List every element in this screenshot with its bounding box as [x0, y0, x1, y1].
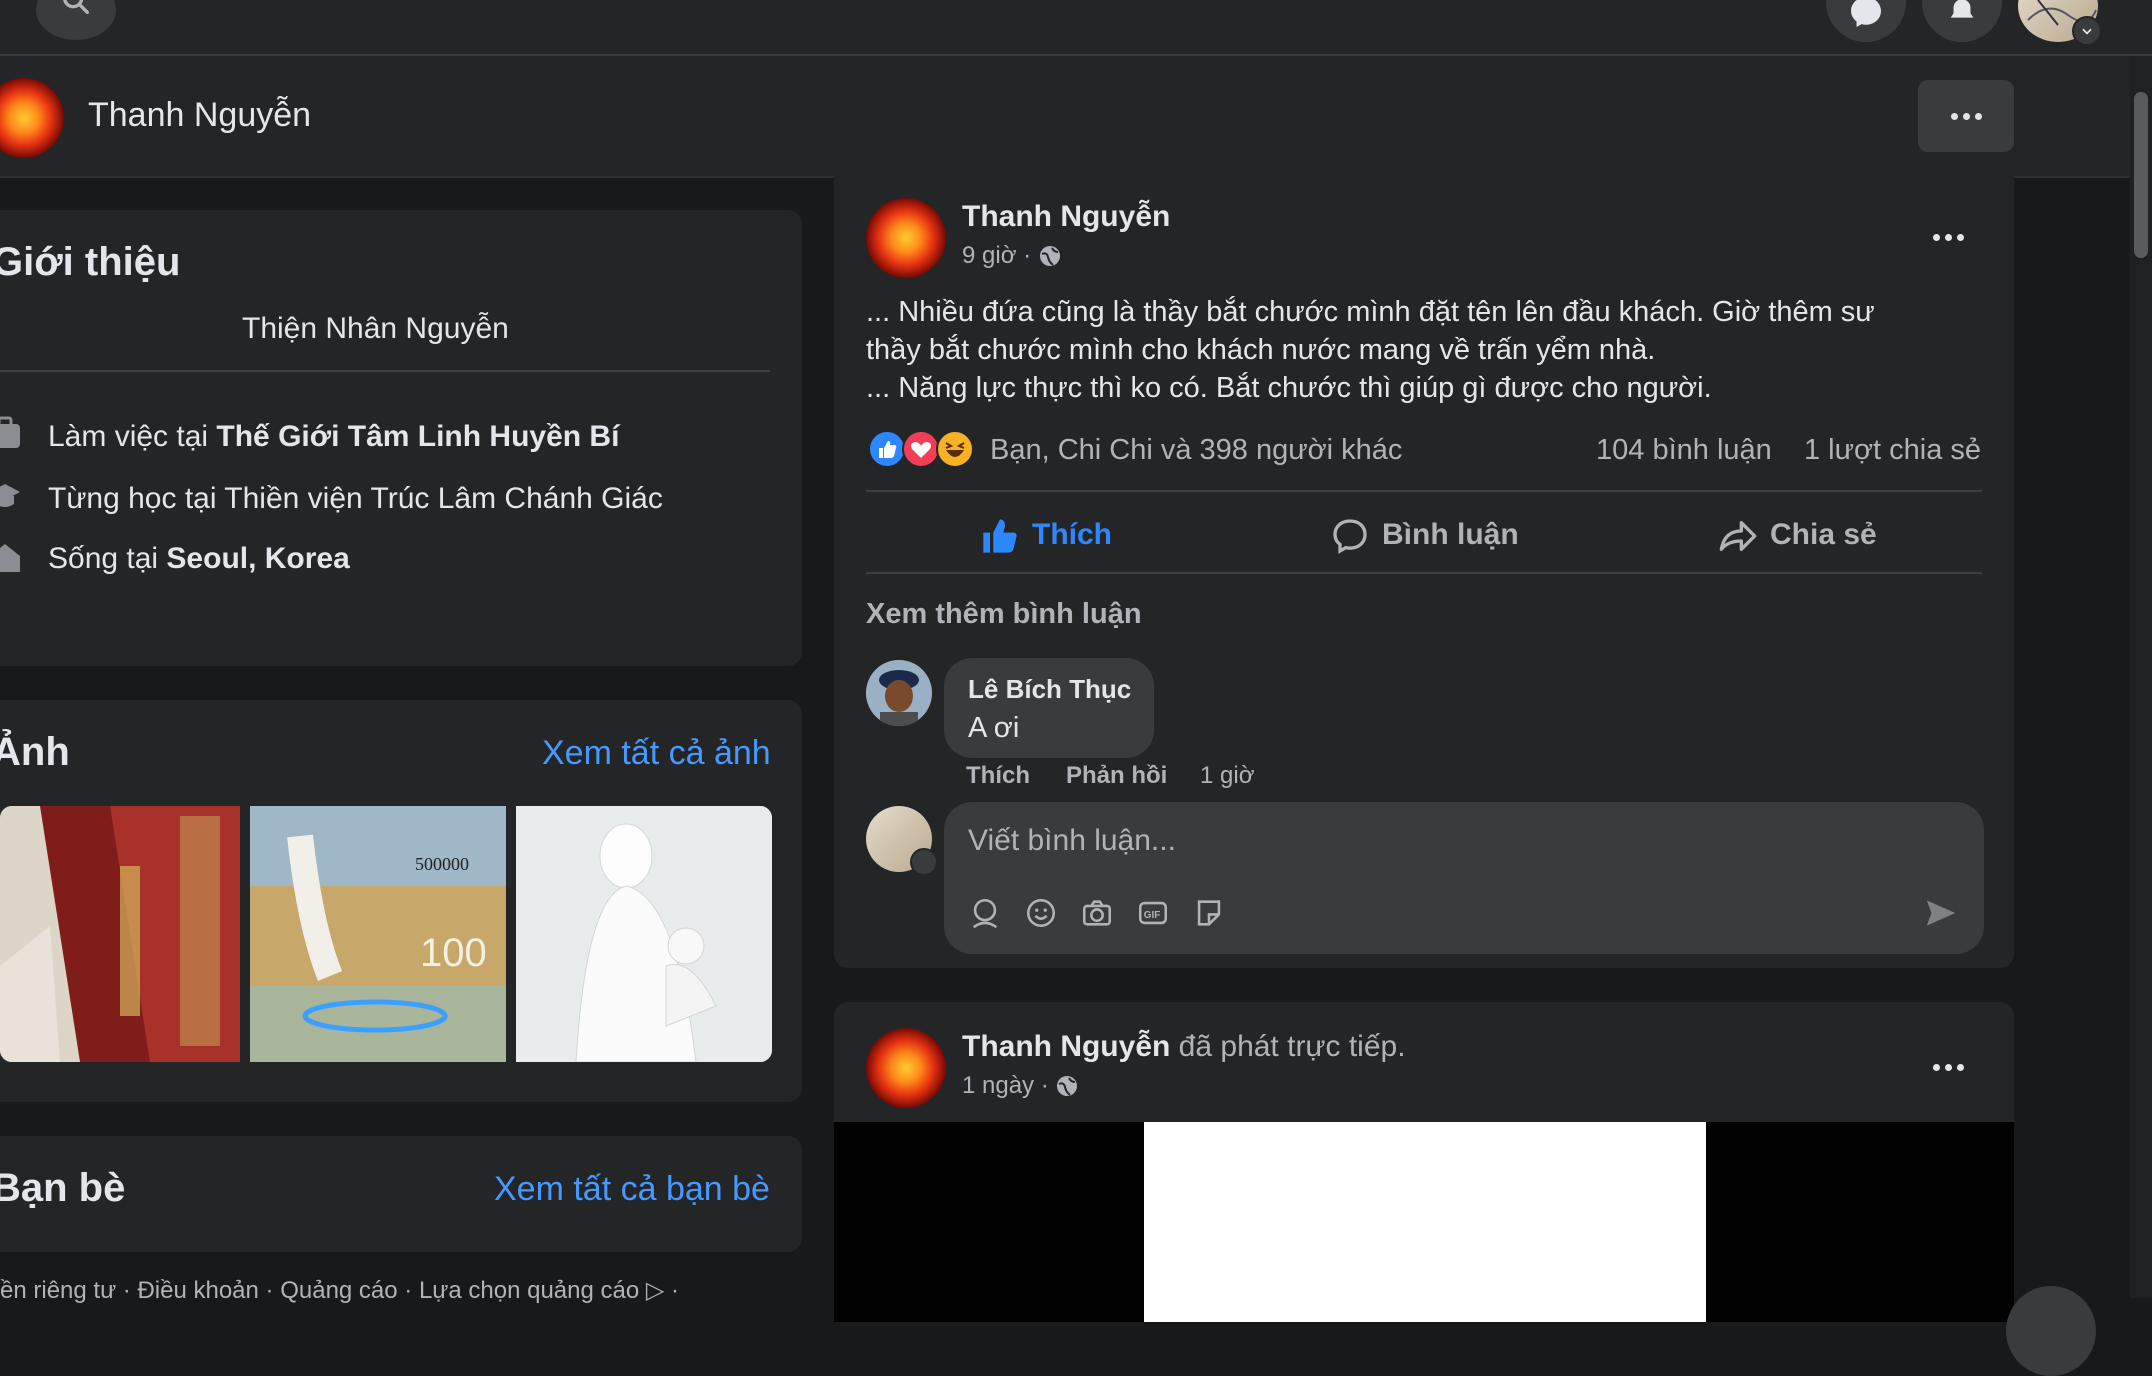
sticker-icon[interactable] — [1192, 896, 1226, 930]
post2-author-name[interactable]: Thanh Nguyễn — [962, 1030, 1170, 1063]
photos-title: Ảnh — [0, 730, 70, 774]
bill-denomination-2: 100 — [420, 931, 487, 975]
profile-avatar[interactable] — [0, 78, 64, 158]
live-video-content — [1144, 1122, 1706, 1322]
see-all-friends-link[interactable]: Xem tất cả bạn bè — [494, 1170, 770, 1209]
account-menu-chevron-icon[interactable] — [2072, 16, 2102, 46]
share-icon — [1719, 521, 1757, 551]
work-prefix: Làm việc tại — [48, 420, 217, 453]
thumbs-up-icon — [983, 519, 1017, 553]
emoji-icon[interactable] — [1024, 896, 1058, 930]
comment-reply-link[interactable]: Phản hồi — [1066, 762, 1167, 790]
scrollbar-thumb[interactable] — [2134, 92, 2148, 258]
haha-reaction-icon — [936, 430, 974, 468]
friends-title: Bạn bè — [0, 1166, 126, 1210]
see-all-photos-link[interactable]: Xem tất cả ảnh — [542, 734, 771, 773]
comment-label: Bình luận — [1382, 518, 1519, 551]
share-button[interactable]: Chia sẻ — [1718, 500, 1898, 570]
avatar-sticker-icon[interactable] — [968, 896, 1002, 930]
like-label: Thích — [1032, 518, 1112, 551]
post-author-name[interactable]: Thanh Nguyễn — [962, 200, 1170, 234]
gif-icon[interactable]: GIF — [1136, 896, 1170, 930]
messenger-icon — [1851, 0, 1881, 27]
study-info: Từng học tại Thiền viện Trúc Lâm Chánh G… — [48, 482, 663, 515]
like-reaction-icon — [868, 430, 906, 468]
comment-time[interactable]: 1 giờ — [1200, 762, 1254, 790]
commenter-avatar[interactable] — [866, 660, 932, 726]
reactions-summary[interactable]: Bạn, Chi Chi và 398 người khác — [990, 434, 1402, 467]
briefcase-icon — [0, 416, 20, 448]
share-label: Chia sẻ — [1770, 518, 1877, 551]
globe-icon — [1057, 1076, 1078, 1096]
comment-input-box[interactable]: Viết bình luận... GIF — [944, 802, 1984, 954]
svg-text:GIF: GIF — [1144, 910, 1161, 921]
post2-action: đã phát trực tiếp. — [1170, 1030, 1406, 1063]
post2-options-button[interactable] — [1918, 1042, 1978, 1092]
profile-name[interactable]: Thanh Nguyễn — [88, 96, 311, 135]
comment-like-link[interactable]: Thích — [966, 762, 1030, 790]
comment-button[interactable]: Bình luận — [1330, 500, 1540, 570]
photo-thumbnail-3[interactable] — [516, 806, 772, 1062]
post2-headline: Thanh Nguyễn đã phát trực tiếp. — [962, 1030, 1406, 1064]
post-timestamp[interactable]: 9 giờ · — [962, 242, 1062, 270]
live-prefix: Sống tại — [48, 542, 167, 575]
messenger-button[interactable] — [1826, 0, 1906, 42]
send-icon[interactable] — [1922, 894, 1960, 932]
live-place-link[interactable]: Seoul, Korea — [166, 542, 349, 575]
photo-thumbnail-1[interactable] — [0, 806, 240, 1062]
intro-title: Giới thiệu — [0, 240, 181, 284]
home-icon — [0, 544, 20, 572]
post-author-avatar[interactable] — [866, 198, 946, 278]
work-place-link[interactable]: Thế Giới Tâm Linh Huyền Bí — [216, 420, 619, 453]
comment-icon — [1333, 519, 1367, 554]
post-body-line-2: thầy bắt chước mình cho khách nước mang … — [866, 334, 1656, 366]
top-navigation-bar — [0, 0, 2152, 56]
notifications-button[interactable] — [1922, 0, 2002, 42]
post-body-line-1: ... Nhiều đứa cũng là thầy bắt chước mìn… — [866, 296, 1875, 328]
post-card-2: Thanh Nguyễn đã phát trực tiếp. 1 ngày · — [834, 1002, 2014, 1322]
globe-icon — [1039, 246, 1060, 266]
post2-time-text: 1 ngày · — [962, 1072, 1056, 1099]
comments-count[interactable]: 104 bình luận — [1596, 434, 1772, 467]
post-divider-top — [866, 490, 1982, 492]
like-button[interactable]: Thích — [980, 500, 1120, 570]
shares-count[interactable]: 1 lượt chia sẻ — [1804, 434, 1981, 467]
comment-text: A ơi — [968, 712, 1020, 744]
current-user-status-icon — [910, 848, 938, 876]
post-divider-bottom — [866, 572, 1982, 574]
education-icon — [0, 484, 20, 507]
post-options-button[interactable] — [1918, 212, 1978, 262]
live-video-frame[interactable] — [834, 1122, 2014, 1322]
comment-input-placeholder: Viết bình luận... — [968, 824, 1176, 857]
comment-author[interactable]: Lê Bích Thục — [968, 674, 1131, 705]
camera-icon[interactable] — [1080, 896, 1114, 930]
profile-header-bar: Thanh Nguyễn — [0, 56, 2130, 178]
post2-author-avatar[interactable] — [866, 1028, 946, 1108]
bell-icon — [1950, 0, 1974, 18]
post-time-text: 9 giờ · — [962, 242, 1038, 269]
intro-bio: Thiện Nhân Nguyễn — [242, 312, 509, 345]
intro-divider — [0, 370, 770, 372]
live-info: Sống tại Seoul, Korea — [48, 542, 350, 576]
friends-card: Bạn bè Xem tất cả bạn bè — [0, 1136, 802, 1252]
post-card-1: Thanh Nguyễn 9 giờ · ... Nhiều đứa cũng … — [834, 170, 2014, 968]
reaction-icons[interactable] — [868, 430, 978, 470]
floating-action-button[interactable] — [2006, 1286, 2096, 1376]
view-more-comments-link[interactable]: Xem thêm bình luận — [866, 598, 1142, 631]
intro-card: Giới thiệu Thiện Nhân Nguyễn Làm việc tạ… — [0, 210, 802, 666]
work-info: Làm việc tại Thế Giới Tâm Linh Huyền Bí — [48, 420, 619, 454]
search-button[interactable] — [36, 0, 116, 40]
profile-more-button[interactable] — [1918, 80, 2014, 152]
search-icon — [63, 0, 90, 15]
comment-bubble: Lê Bích Thục A ơi — [944, 658, 1154, 758]
post2-timestamp[interactable]: 1 ngày · — [962, 1072, 1079, 1100]
footer-links[interactable]: ền riêng tư · Điều khoản · Quảng cáo · L… — [0, 1276, 679, 1305]
post-body-line-3: ... Năng lực thực thì ko có. Bắt chước t… — [866, 372, 1712, 404]
photo-thumbnail-2[interactable]: 500000 100 — [250, 806, 506, 1062]
bill-denomination: 500000 — [415, 854, 469, 874]
love-reaction-icon — [902, 430, 940, 468]
photos-card: Ảnh Xem tất cả ảnh 500000 100 — [0, 700, 802, 1102]
